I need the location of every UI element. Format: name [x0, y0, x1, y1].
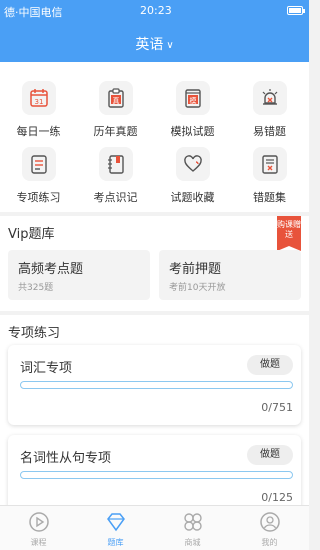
- progress-count: 0/751: [261, 401, 293, 414]
- tab-mine[interactable]: 我的: [231, 506, 308, 550]
- clock: 20:23: [140, 4, 172, 17]
- tab-question-bank[interactable]: 题库: [77, 506, 154, 550]
- topic-practice-section: 专项练习 词汇专项 做题 0/751 名词性从句专项 做题 0/125: [0, 315, 309, 515]
- vip-card-pre-exam[interactable]: 考前押题 考前10天开放: [159, 250, 301, 300]
- calendar-icon-text: 31: [34, 98, 43, 106]
- practice-card: 名词性从句专项 做题 0/125: [8, 435, 301, 515]
- calendar-icon: 31: [21, 81, 56, 115]
- alarm-icon: [252, 81, 287, 115]
- vip-card-subtitle: 考前10天开放: [169, 283, 226, 293]
- tab-courses[interactable]: 课程: [0, 506, 77, 550]
- chevron-down-icon: ∨: [166, 40, 174, 51]
- grid-item-favorites[interactable]: 试题收藏: [154, 147, 231, 205]
- grid-item-mock-exams[interactable]: 模 模拟试题: [154, 81, 231, 139]
- subject-label: 英语: [135, 37, 164, 53]
- tab-label: 商城: [184, 538, 201, 547]
- practice-card-title: 名词性从句专项: [20, 451, 112, 466]
- grid-item-daily-practice[interactable]: 31 每日一练: [0, 81, 77, 139]
- progress-bar: [20, 471, 293, 479]
- user-icon: [259, 512, 280, 532]
- grid-item-label: 每日一练: [16, 125, 61, 138]
- tab-label: 我的: [261, 538, 278, 547]
- do-questions-button[interactable]: 做题: [247, 355, 293, 375]
- function-grid: 31 每日一练 真 历年真题 模 模拟试题 易错题 专项练习 考点识记 试题收藏…: [0, 62, 309, 212]
- practice-card: 词汇专项 做题 0/751: [8, 345, 301, 425]
- app-header: 英语 ∨: [0, 22, 309, 62]
- grid-item-key-points[interactable]: 考点识记: [77, 147, 154, 205]
- carrier-label: 德·中国电信: [4, 6, 63, 19]
- do-questions-button[interactable]: 做题: [247, 445, 293, 465]
- grid-item-label: 错题集: [253, 191, 286, 204]
- section-title: 专项练习: [8, 326, 61, 341]
- vip-section: Vip题库 购课赠送 高频考点题 共325题 考前押题 考前10天开放: [0, 216, 309, 311]
- vip-card-title: 高频考点题: [18, 262, 84, 277]
- grid-item-label: 历年真题: [93, 125, 138, 138]
- tab-label: 课程: [30, 538, 47, 547]
- status-bar: 德·中国电信 20:23: [0, 0, 309, 22]
- tab-store[interactable]: 商城: [154, 506, 231, 550]
- grid-item-label: 试题收藏: [170, 191, 215, 204]
- store-icon: [183, 513, 202, 531]
- grid-item-past-exams[interactable]: 真 历年真题: [77, 81, 154, 139]
- tab-label: 题库: [107, 538, 124, 547]
- battery-icon: [287, 6, 305, 15]
- document-icon: [21, 147, 56, 181]
- mock-paper-icon: 模: [175, 81, 210, 115]
- notebook-icon: [98, 147, 133, 181]
- clipboard-icon: 真: [98, 81, 133, 115]
- practice-card-title: 词汇专项: [20, 361, 73, 376]
- promo-ribbon[interactable]: 购课赠送: [277, 216, 301, 251]
- clipboard-icon-text: 真: [112, 96, 119, 105]
- grid-item-label: 模拟试题: [170, 125, 215, 138]
- grid-item-label: 考点识记: [93, 191, 138, 204]
- grid-item-topic-practice[interactable]: 专项练习: [0, 147, 77, 205]
- progress-count: 0/125: [261, 491, 293, 504]
- vip-card-title: 考前押题: [169, 262, 222, 277]
- subject-selector[interactable]: 英语 ∨: [0, 34, 309, 54]
- error-list-icon: [252, 147, 287, 181]
- section-title: Vip题库: [8, 227, 55, 242]
- grid-item-error-collection[interactable]: 错题集: [231, 147, 308, 205]
- play-icon: [28, 512, 49, 532]
- mock-paper-icon-text: 模: [189, 96, 196, 105]
- grid-item-error-prone[interactable]: 易错题: [231, 81, 308, 139]
- grid-item-label: 易错题: [253, 125, 286, 138]
- vip-card-subtitle: 共325题: [18, 283, 54, 293]
- diamond-icon: [106, 513, 125, 532]
- bottom-tab-bar: 课程 题库 商城 我的: [0, 505, 309, 550]
- heart-icon: [175, 147, 210, 181]
- vip-card-high-frequency[interactable]: 高频考点题 共325题: [8, 250, 150, 300]
- grid-item-label: 专项练习: [16, 191, 61, 204]
- progress-bar: [20, 381, 293, 389]
